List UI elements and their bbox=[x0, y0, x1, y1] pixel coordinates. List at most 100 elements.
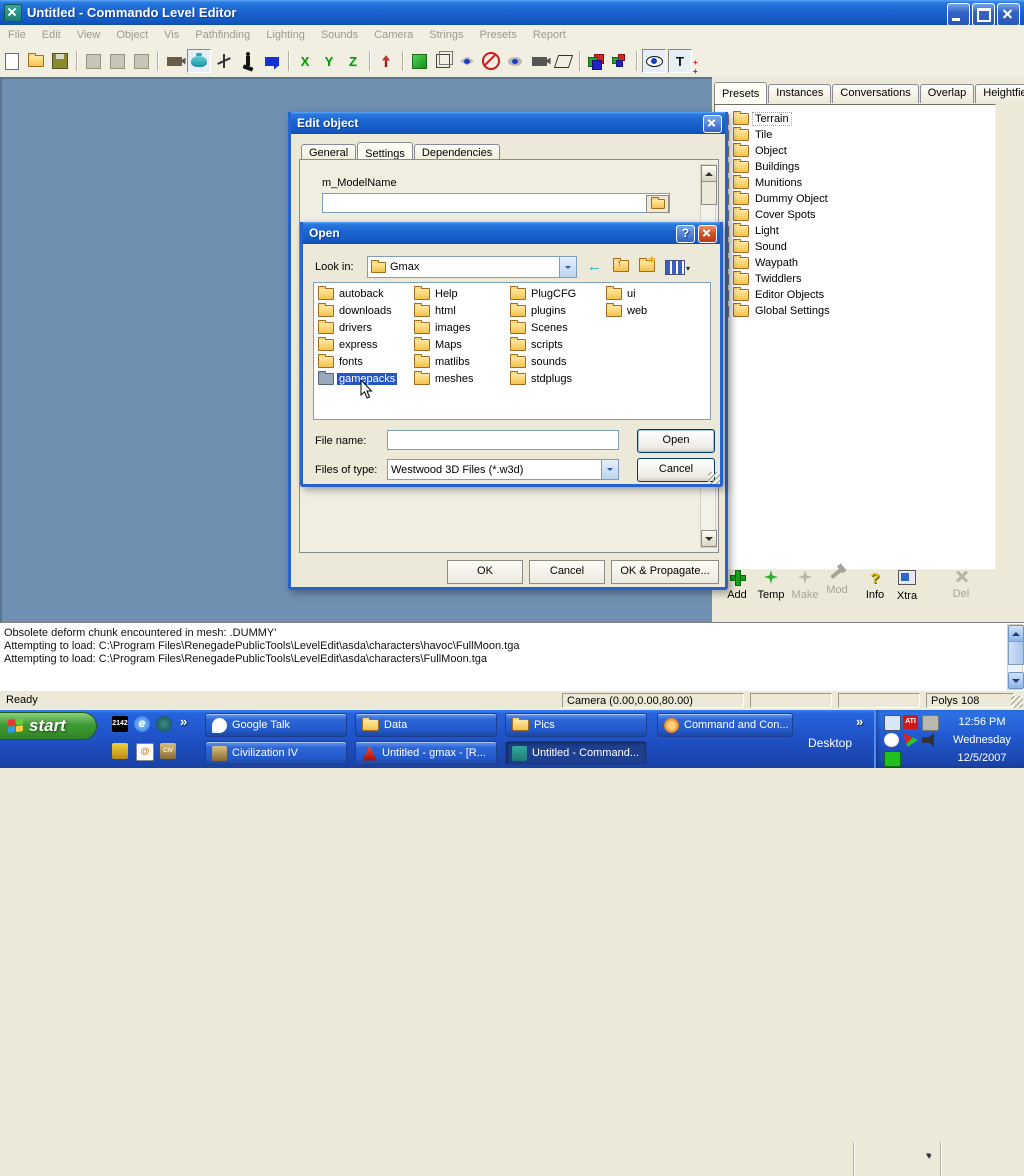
axis-gizmo-icon[interactable] bbox=[213, 50, 235, 72]
tree-item-dummy-object[interactable]: Dummy Object bbox=[753, 193, 830, 205]
ql-globe-icon[interactable] bbox=[156, 716, 172, 732]
tree-item-light[interactable]: Light bbox=[753, 225, 781, 237]
log-scroll-up-icon[interactable] bbox=[1008, 625, 1024, 642]
menu-strings[interactable]: Strings bbox=[421, 27, 471, 43]
edit-object-titlebar[interactable]: Edit object bbox=[291, 112, 725, 134]
copy-icon[interactable] bbox=[106, 50, 128, 72]
taskbar-commando-editor[interactable]: Untitled - Command... bbox=[505, 741, 647, 765]
tray-pointer-icon[interactable] bbox=[903, 733, 918, 747]
tray-display-icon[interactable] bbox=[884, 715, 901, 731]
cut-icon[interactable] bbox=[82, 50, 104, 72]
tree-item-tile[interactable]: Tile bbox=[753, 129, 774, 141]
scroll-up-icon[interactable] bbox=[701, 165, 717, 182]
ql-game1-icon[interactable] bbox=[112, 743, 128, 759]
resize-grip[interactable] bbox=[708, 472, 720, 484]
polygon-icon[interactable] bbox=[552, 50, 574, 72]
start-button[interactable]: start bbox=[0, 712, 97, 740]
folder-item[interactable]: autoback bbox=[318, 286, 386, 301]
spray-icon[interactable] bbox=[375, 50, 397, 72]
browse-model-button[interactable] bbox=[646, 195, 669, 213]
tree-item-waypath[interactable]: Waypath bbox=[753, 257, 800, 269]
taskbar-data[interactable]: Data bbox=[355, 713, 497, 737]
folder-item[interactable]: images bbox=[414, 320, 472, 335]
tree-item-global-settings[interactable]: Global Settings bbox=[753, 305, 832, 317]
folder-item[interactable]: express bbox=[318, 337, 380, 352]
taskbar-google-talk[interactable]: Google Talk bbox=[205, 713, 347, 737]
ql-ie-icon[interactable]: e bbox=[134, 716, 150, 732]
new-file-icon[interactable] bbox=[1, 50, 23, 72]
menu-presets[interactable]: Presets bbox=[472, 27, 525, 43]
tab-conversations[interactable]: Conversations bbox=[832, 84, 918, 103]
tray-clock[interactable]: 12:56 PM bbox=[946, 716, 1018, 728]
folder-item[interactable]: meshes bbox=[414, 371, 476, 386]
folder-item[interactable]: PlugCFG bbox=[510, 286, 578, 301]
view-menu-icon[interactable] bbox=[665, 260, 685, 275]
save-icon[interactable] bbox=[49, 50, 71, 72]
folder-item[interactable]: fonts bbox=[318, 354, 365, 369]
folder-item[interactable]: sounds bbox=[510, 354, 568, 369]
open-button[interactable]: Open bbox=[637, 429, 715, 453]
folder-item[interactable]: downloads bbox=[318, 303, 394, 318]
tray-device-icon[interactable] bbox=[922, 715, 939, 731]
tree-item-twiddlers[interactable]: Twiddlers bbox=[753, 273, 803, 285]
wrench-camera-icon[interactable] bbox=[163, 50, 185, 72]
file-name-input[interactable] bbox=[387, 430, 619, 450]
scroll-down-icon[interactable] bbox=[701, 530, 717, 547]
menu-sounds[interactable]: Sounds bbox=[313, 27, 366, 43]
files-of-type-combo[interactable]: Westwood 3D Files (*.w3d) bbox=[387, 459, 619, 480]
menu-edit[interactable]: Edit bbox=[34, 27, 69, 43]
ql-civ-icon[interactable]: CIV bbox=[160, 743, 176, 759]
menu-pathfinding[interactable]: Pathfinding bbox=[187, 27, 258, 43]
folder-item[interactable]: html bbox=[414, 303, 458, 318]
look-in-combo[interactable]: Gmax bbox=[367, 256, 577, 278]
wire-box-icon[interactable] bbox=[432, 50, 454, 72]
walk-figure-icon[interactable] bbox=[237, 50, 259, 72]
tab-instances[interactable]: Instances bbox=[768, 84, 831, 103]
taskbar-civilization[interactable]: Civilization IV bbox=[205, 741, 347, 765]
tray-chat-icon[interactable] bbox=[884, 733, 899, 747]
tree-item-munitions[interactable]: Munitions bbox=[753, 177, 804, 189]
tree-item-cover-spots[interactable]: Cover Spots bbox=[753, 209, 818, 221]
folder-item-selected[interactable]: gamepacks bbox=[318, 371, 397, 386]
ok-button[interactable]: OK bbox=[447, 560, 523, 584]
tray-ati-icon[interactable]: ATI bbox=[903, 715, 918, 729]
rgb-boxes-icon[interactable] bbox=[585, 50, 607, 72]
hide-eye-icon[interactable] bbox=[480, 50, 502, 72]
menu-vis[interactable]: Vis bbox=[156, 27, 187, 43]
folder-item[interactable]: drivers bbox=[318, 320, 374, 335]
quicklaunch-overflow-icon[interactable]: » bbox=[180, 714, 187, 729]
statusbar-grip[interactable] bbox=[1011, 696, 1023, 708]
desktop-toolbar-label[interactable]: Desktop bbox=[808, 736, 852, 750]
folder-item[interactable]: scripts bbox=[510, 337, 565, 352]
rgb-boxes-small-icon[interactable] bbox=[609, 50, 631, 72]
ok-propagate-button[interactable]: OK & Propagate... bbox=[611, 560, 719, 584]
edit-object-close-icon[interactable] bbox=[703, 115, 722, 133]
tree-item-terrain[interactable]: Terrain bbox=[753, 113, 791, 125]
up-folder-icon[interactable]: ↑ bbox=[613, 260, 629, 272]
temp-button[interactable]: Temp bbox=[756, 570, 786, 601]
desktop-toolbar-chevron-icon[interactable]: » bbox=[856, 714, 863, 729]
view-menu-dropdown-icon[interactable]: ▾ bbox=[686, 264, 690, 273]
taskbar-gmax[interactable]: Untitled - gmax - [R... bbox=[355, 741, 497, 765]
tab-presets[interactable]: Presets bbox=[714, 82, 767, 104]
open-dialog-titlebar[interactable]: Open ? bbox=[303, 222, 720, 244]
x-axis-icon[interactable]: X bbox=[294, 50, 316, 72]
open-file-icon[interactable] bbox=[25, 50, 47, 72]
eye-up-icon[interactable] bbox=[504, 50, 526, 72]
info-button[interactable]: ?Info bbox=[860, 570, 890, 601]
help-icon[interactable]: ? bbox=[676, 225, 695, 243]
maximize-button[interactable] bbox=[972, 3, 995, 26]
close-button[interactable] bbox=[997, 3, 1020, 26]
open-cancel-button[interactable]: Cancel bbox=[637, 458, 715, 482]
tab-heightfield[interactable]: Heightfield bbox=[975, 84, 1024, 103]
tree-item-buildings[interactable]: Buildings bbox=[753, 161, 802, 173]
tree-item-sound[interactable]: Sound bbox=[753, 241, 789, 253]
tab-overlap[interactable]: Overlap bbox=[920, 84, 975, 103]
files-of-type-dropdown-icon[interactable] bbox=[601, 460, 618, 479]
text-tool-icon[interactable]: T++ bbox=[668, 49, 692, 73]
model-name-input[interactable] bbox=[322, 193, 670, 213]
taskbar-command-and-conquer[interactable]: Command and Con... bbox=[657, 713, 793, 737]
eye-diamond-icon[interactable] bbox=[456, 50, 478, 72]
xtra-button[interactable]: Xtra bbox=[892, 570, 922, 602]
folder-item[interactable]: stdplugs bbox=[510, 371, 574, 386]
